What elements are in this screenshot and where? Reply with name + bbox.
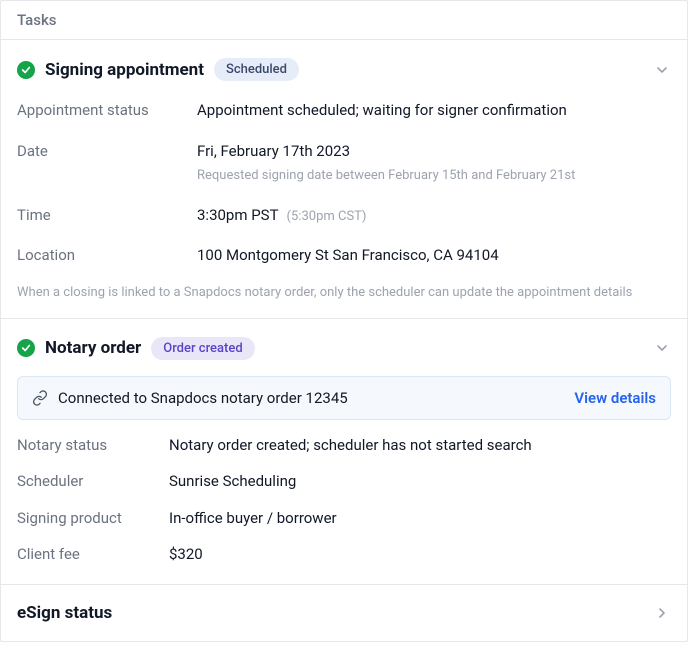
signing-section: Signing appointment Scheduled Appointmen… [1,40,687,319]
date-subtext: Requested signing date between February … [197,166,671,186]
notary-title: Notary order [45,338,141,358]
time-label: Time [17,204,197,227]
signing-footnote: When a closing is linked to a Snapdocs n… [17,285,671,300]
connected-msg: Connected to Snapdocs notary order 12345 [58,389,348,407]
notary-status-row: Notary status Notary order created; sche… [17,434,671,457]
notary-status-value: Notary order created; scheduler has not … [169,434,671,457]
check-circle-icon [17,61,35,79]
location-value: 100 Montgomery St San Francisco, CA 9410… [197,244,671,267]
appointment-status-row: Appointment status Appointment scheduled… [17,99,671,122]
date-row: Date Fri, February 17th 2023 Requested s… [17,140,671,186]
check-circle-icon [17,339,35,357]
location-row: Location 100 Montgomery St San Francisco… [17,244,671,267]
date-label: Date [17,140,197,186]
appointment-status-label: Appointment status [17,99,197,122]
connected-notary-box: Connected to Snapdocs notary order 12345… [17,376,671,420]
scheduler-row: Scheduler Sunrise Scheduling [17,470,671,493]
signing-product-row: Signing product In-office buyer / borrow… [17,507,671,530]
time-row: Time 3:30pm PST (5:30pm CST) [17,204,671,227]
notary-status-label: Notary status [17,434,169,457]
signing-product-value: In-office buyer / borrower [169,507,671,530]
tasks-title: Tasks [17,11,57,29]
time-value: 3:30pm PST [197,206,279,224]
esign-title: eSign status [17,603,112,623]
view-details-link[interactable]: View details [574,389,656,407]
location-label: Location [17,244,197,267]
notary-section: Notary order Order created Connected to … [1,319,687,585]
scheduler-label: Scheduler [17,470,169,493]
scheduler-value: Sunrise Scheduling [169,470,671,493]
signing-section-header[interactable]: Signing appointment Scheduled [17,58,671,81]
esign-section-header[interactable]: eSign status [1,585,687,641]
notary-status-badge: Order created [151,337,254,360]
chevron-down-icon[interactable] [653,61,671,79]
date-value: Fri, February 17th 2023 [197,140,671,163]
tasks-header: Tasks [1,1,687,40]
chevron-down-icon[interactable] [653,339,671,357]
signing-title: Signing appointment [45,60,204,80]
client-fee-label: Client fee [17,543,169,566]
client-fee-row: Client fee $320 [17,543,671,566]
tasks-panel: Tasks Signing appointment Scheduled Appo… [0,0,688,642]
time-alt-value: (5:30pm CST) [287,209,367,224]
appointment-status-value: Appointment scheduled; waiting for signe… [197,99,671,122]
link-icon [32,390,48,406]
signing-product-label: Signing product [17,507,169,530]
chevron-right-icon[interactable] [653,604,671,622]
notary-section-header[interactable]: Notary order Order created [17,337,671,360]
signing-status-badge: Scheduled [214,58,299,81]
client-fee-value: $320 [169,543,671,566]
